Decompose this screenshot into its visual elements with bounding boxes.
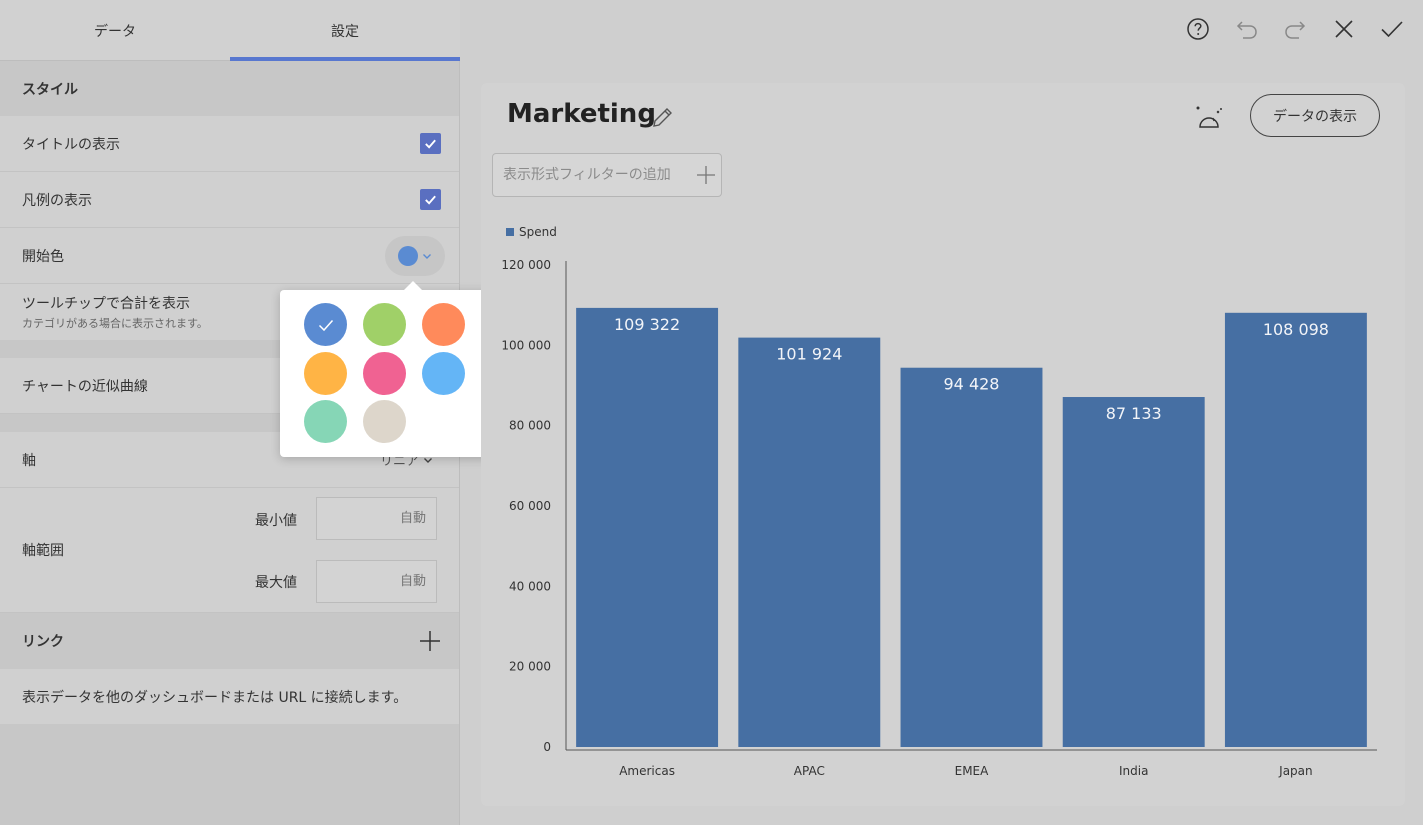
check-icon[interactable] [1380, 17, 1404, 41]
links-description: 表示データを他のダッシュボードまたは URL に接続します。 [22, 689, 408, 706]
start-color-swatch [398, 245, 418, 266]
y-tick-label: 20 000 [509, 660, 551, 674]
x-tick-label: India [1119, 764, 1148, 778]
axis-min-label: 最小値 [255, 513, 297, 529]
help-icon[interactable] [1186, 17, 1210, 41]
axis-label: 軸 [22, 452, 36, 469]
check-icon [425, 139, 436, 149]
color-swatch-9[interactable] [304, 400, 347, 443]
show-legend-label: 凡例の表示 [22, 192, 92, 209]
color-swatch-1[interactable] [304, 303, 347, 346]
color-swatch-10[interactable] [363, 400, 406, 443]
links-header-label: リンク [22, 634, 64, 650]
add-link-icon[interactable] [419, 630, 441, 652]
bar-value-label: 108 098 [1263, 320, 1329, 339]
tab-data[interactable]: データ [0, 0, 230, 61]
bar-value-label: 94 428 [944, 375, 1000, 394]
bar [576, 307, 719, 747]
x-tick-label: Japan [1278, 764, 1312, 778]
axis-range-row: 軸範囲 最小値 最大値 [0, 488, 459, 613]
color-swatch-6[interactable] [363, 352, 406, 395]
tab-settings[interactable]: 設定 [230, 0, 460, 61]
start-color-dropdown[interactable] [385, 235, 445, 276]
show-legend-row: 凡例の表示 [0, 172, 459, 228]
x-tick-label: EMEA [955, 764, 990, 778]
show-title-row: タイトルの表示 [0, 116, 459, 172]
show-title-label: タイトルの表示 [22, 136, 120, 153]
close-icon[interactable] [1332, 17, 1356, 41]
y-tick-label: 0 [543, 740, 551, 754]
axis-max-input[interactable] [316, 560, 437, 603]
x-tick-label: APAC [794, 764, 825, 778]
x-tick-label: Americas [619, 764, 675, 778]
trendline-label: チャートの近似曲線 [22, 378, 148, 395]
bar [1224, 312, 1367, 747]
start-color-label: 開始色 [22, 248, 64, 265]
start-color-row: 開始色 [0, 228, 459, 284]
chevron-down-icon [423, 253, 431, 259]
check-icon [318, 319, 333, 331]
check-icon [425, 195, 436, 205]
tooltip-total-label: ツールチップで合計を表示 [22, 296, 190, 312]
legend-label: Spend [519, 225, 557, 239]
axis-max-label: 最大値 [255, 575, 297, 591]
style-section-header: スタイル [22, 81, 78, 98]
visualization-card: Marketing データの表示 表示形式フィルターの追加 Spend 0 20 0… [481, 83, 1405, 806]
bar-value-label: 87 133 [1106, 404, 1162, 423]
y-tick-label: 120 000 [501, 258, 551, 272]
bar-chart: Spend 0 20 000 40 000 60 000 80 000 100 000 120… [501, 225, 1377, 778]
bar [900, 367, 1043, 747]
legend-swatch [506, 228, 514, 236]
bar-value-label: 109 322 [614, 315, 680, 334]
links-section-header: リンク [0, 613, 459, 669]
y-tick-label: 40 000 [509, 579, 551, 593]
axis-range-label: 軸範囲 [22, 543, 64, 559]
bar [1062, 397, 1205, 747]
redo-icon[interactable] [1283, 17, 1307, 41]
tooltip-total-sublabel: カテゴリがある場合に表示されます。 [22, 317, 208, 330]
color-swatch-7[interactable] [422, 352, 465, 395]
show-legend-checkbox[interactable] [420, 189, 441, 210]
bar-value-label: 101 924 [776, 345, 842, 364]
color-swatch-2[interactable] [363, 303, 406, 346]
panel-tabs: データ 設定 [0, 0, 460, 61]
color-swatch-3[interactable] [422, 303, 465, 346]
bar [738, 337, 881, 747]
color-swatch-5[interactable] [304, 352, 347, 395]
y-tick-label: 60 000 [509, 499, 551, 513]
y-tick-label: 80 000 [509, 419, 551, 433]
links-description-row: 表示データを他のダッシュボードまたは URL に接続します。 [0, 669, 459, 724]
axis-min-input[interactable] [316, 497, 437, 540]
tooltip-total-text: ツールチップで合計を表示 カテゴリがある場合に表示されます。 [22, 293, 208, 331]
show-title-checkbox[interactable] [420, 133, 441, 154]
undo-icon[interactable] [1235, 17, 1259, 41]
y-tick-label: 100 000 [501, 338, 551, 352]
